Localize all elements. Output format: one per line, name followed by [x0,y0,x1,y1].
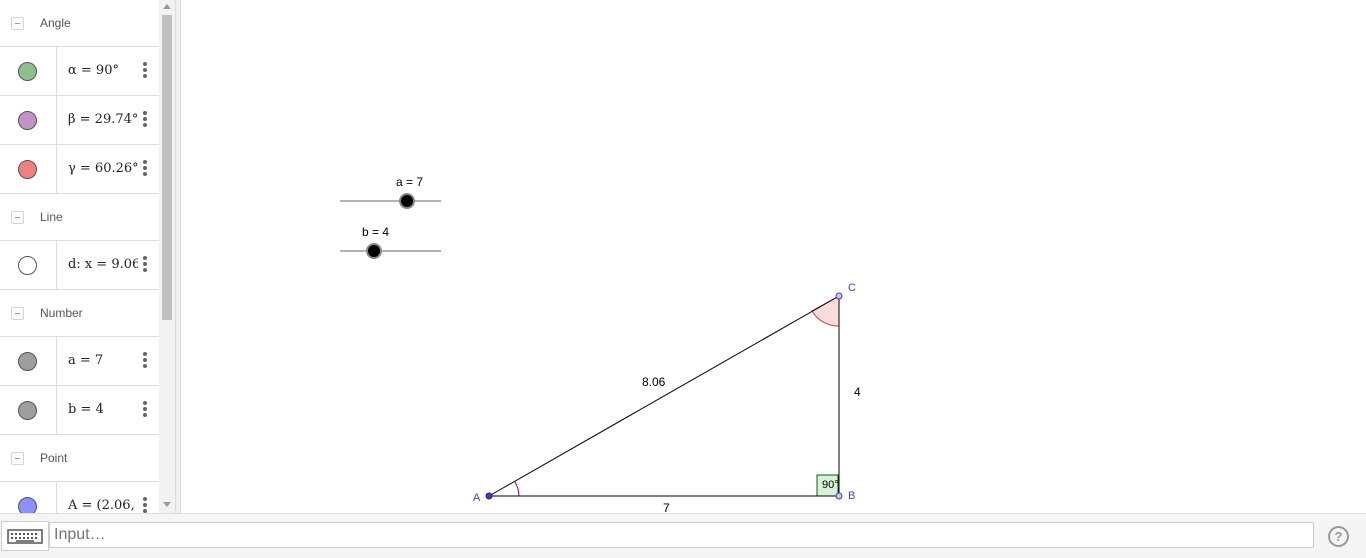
algebra-input[interactable] [49,522,1314,548]
visibility-marble[interactable] [18,352,37,371]
visibility-marble[interactable] [18,401,37,420]
item-definition[interactable]: a = 7 [68,353,138,368]
point-b-label: B [848,490,855,502]
item-definition[interactable]: A = (2.06, -0.9 [68,498,138,513]
angle-gamma-marker[interactable] [811,295,840,327]
help-icon[interactable]: ? [1328,526,1349,547]
slider-a-label: a = 7 [396,175,423,189]
collapse-icon[interactable] [11,307,24,320]
point-a-label: A [473,492,481,504]
visibility-marble[interactable] [18,497,37,513]
vertical-length-label: 4 [854,385,861,399]
slider-a-handle[interactable] [399,193,415,209]
group-header-number[interactable]: Number [0,290,159,337]
algebra-item-number-a[interactable]: a = 7 [0,337,159,386]
algebra-item-gamma[interactable]: γ = 60.26° [0,145,159,194]
algebra-item-beta[interactable]: β = 29.74° [0,96,159,145]
keyboard-button[interactable] [1,521,49,551]
slider-b[interactable]: b = 4 [340,225,441,259]
more-menu-icon[interactable] [140,159,150,179]
algebra-item-number-b[interactable]: b = 4 [0,386,159,435]
item-definition[interactable]: β = 29.74° [68,112,138,127]
graphics-view[interactable]: a = 7 b = 4 90° 8.06 4 7 A B C [181,0,1366,513]
more-menu-icon[interactable] [140,496,150,513]
group-header-line[interactable]: Line [0,194,159,241]
slider-b-handle[interactable] [366,243,382,259]
collapse-icon[interactable] [11,17,24,30]
slider-a[interactable]: a = 7 [340,175,441,209]
input-bar: ? [0,513,1366,558]
group-label: Number [40,306,83,320]
collapse-icon[interactable] [11,452,24,465]
geogebra-app: Angle α = 90° β = 29.74° γ = 60.26° Line… [0,0,1366,558]
base-length-label: 7 [663,501,670,513]
more-menu-icon[interactable] [140,61,150,81]
point-b[interactable] [835,492,843,500]
visibility-marble[interactable] [18,256,37,275]
algebra-item-point-a[interactable]: A = (2.06, -0.9 [0,482,159,513]
right-angle-label: 90° [822,479,839,491]
group-label: Angle [40,16,71,30]
point-a[interactable] [485,492,493,500]
item-definition[interactable]: α = 90° [68,63,138,78]
scroll-down-icon[interactable] [163,502,171,507]
segment-hypotenuse[interactable] [488,295,840,497]
item-definition[interactable]: γ = 60.26° [68,161,138,176]
algebra-view: Angle α = 90° β = 29.74° γ = 60.26° Line… [0,0,159,513]
item-definition[interactable]: b = 4 [68,402,138,417]
more-menu-icon[interactable] [140,400,150,420]
more-menu-icon[interactable] [140,110,150,130]
scroll-up-icon[interactable] [163,4,171,9]
algebra-item-line-d[interactable]: d: x = 9.06 [0,241,159,290]
group-header-angle[interactable]: Angle [0,0,159,47]
group-label: Line [40,210,63,224]
scroll-thumb[interactable] [162,15,172,320]
visibility-marble[interactable] [18,111,37,130]
algebra-item-alpha[interactable]: α = 90° [0,47,159,96]
more-menu-icon[interactable] [140,351,150,371]
visibility-marble[interactable] [18,160,37,179]
hypotenuse-length-label: 8.06 [642,375,666,389]
point-c-label: C [848,282,856,294]
group-header-point[interactable]: Point [0,435,159,482]
item-definition[interactable]: d: x = 9.06 [68,257,138,272]
more-menu-icon[interactable] [140,255,150,275]
group-label: Point [40,451,68,465]
collapse-icon[interactable] [11,211,24,224]
point-c[interactable] [835,292,843,300]
keyboard-icon [7,529,43,544]
algebra-scrollbar[interactable] [159,0,175,513]
slider-b-label: b = 4 [362,225,389,239]
visibility-marble[interactable] [18,62,37,81]
